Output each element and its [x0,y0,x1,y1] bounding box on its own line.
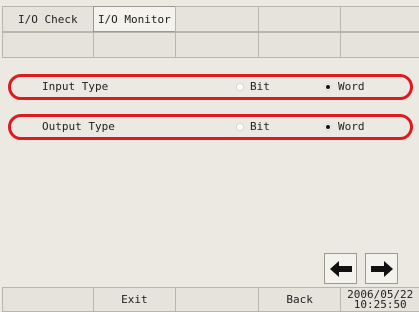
input-type-bit-radio[interactable]: Bit [236,80,270,93]
back-button[interactable]: Back [257,287,342,312]
input-type-word-label: Word [338,80,365,93]
tab-empty-5 [340,6,419,32]
subtab-empty-4 [257,32,342,58]
header-subrow [0,32,419,58]
output-type-row: Output Type Bit Word [8,114,413,140]
output-type-bit-radio[interactable]: Bit [236,120,270,133]
output-type-bit-label: Bit [250,120,270,133]
radio-selected-icon [324,82,332,91]
subtab-empty-2 [92,32,177,58]
radio-selected-icon [324,122,332,131]
subtab-empty-1 [2,32,94,58]
input-type-label: Input Type [42,80,109,93]
output-type-label: Output Type [42,120,115,133]
footer-bar: Exit Back 2006/05/22 10:25:50 [0,287,419,312]
time-text: 10:25:50 [353,297,407,311]
footer-empty-1 [2,287,94,312]
tab-empty-4 [257,6,342,32]
header-tabs: I/O Check I/O Monitor [0,6,419,32]
arrow-left-icon [329,260,352,277]
input-type-word-radio[interactable]: Word [324,80,365,93]
datetime-display: 2006/05/22 10:25:50 [340,287,419,312]
arrow-right-icon [370,260,393,277]
next-page-button[interactable] [365,253,398,284]
input-type-row: Input Type Bit Word [8,74,413,100]
tab-empty-3 [175,6,259,32]
tab-io-monitor[interactable]: I/O Monitor [92,6,177,32]
input-type-bit-label: Bit [250,80,270,93]
subtab-empty-3 [175,32,259,58]
radio-unselected-icon [236,122,244,131]
radio-unselected-icon [236,82,244,91]
subtab-empty-5 [340,32,419,58]
tab-io-check[interactable]: I/O Check [2,6,94,32]
previous-page-button[interactable] [324,253,357,284]
output-type-word-label: Word [338,120,365,133]
io-monitor-screen: I/O Check I/O Monitor Input Type Bit Wor… [0,0,419,312]
exit-button[interactable]: Exit [92,287,177,312]
footer-empty-3 [175,287,259,312]
output-type-word-radio[interactable]: Word [324,120,365,133]
